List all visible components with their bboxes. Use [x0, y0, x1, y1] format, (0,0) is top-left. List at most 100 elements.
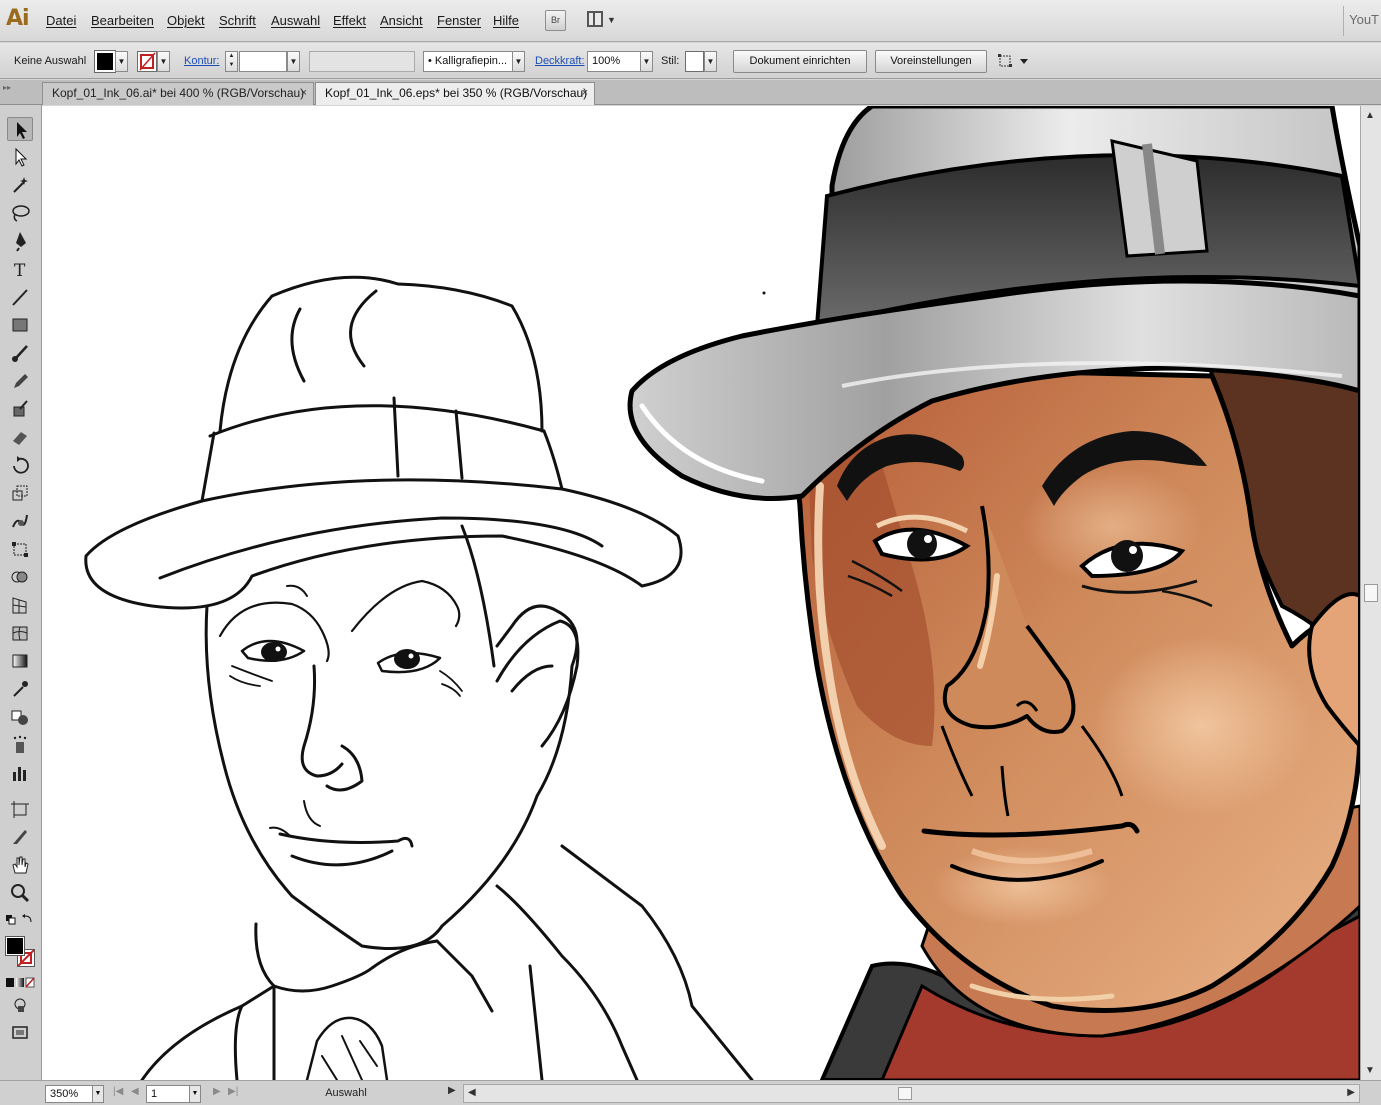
line-tool[interactable]	[7, 285, 33, 309]
slice-tool[interactable]	[7, 825, 33, 849]
close-icon[interactable]: ×	[582, 83, 588, 104]
menu-fenster[interactable]: Fenster	[437, 13, 481, 28]
menu-datei[interactable]: Datei	[46, 13, 76, 28]
illustrator-window: Ai Datei Bearbeiten Objekt Schrift Auswa…	[0, 0, 1381, 1105]
direct-selection-tool[interactable]	[7, 145, 33, 169]
scale-tool[interactable]	[7, 481, 33, 505]
eraser-tool[interactable]	[7, 425, 33, 449]
menu-ansicht[interactable]: Ansicht	[380, 13, 423, 28]
rectangle-tool[interactable]	[7, 313, 33, 337]
perspective-grid-icon	[12, 597, 27, 614]
pen-tool[interactable]	[7, 229, 33, 253]
fill-indicator[interactable]	[5, 936, 25, 956]
rotate-tool[interactable]	[7, 453, 33, 477]
variable-width-profile-dropdown[interactable]	[309, 51, 415, 72]
menu-bearbeiten[interactable]: Bearbeiten	[91, 13, 154, 28]
fill-color-swatch[interactable]	[94, 50, 116, 73]
vertical-scroll-thumb[interactable]	[1364, 584, 1378, 602]
bridge-button[interactable]: Br	[545, 10, 566, 31]
column-graph-tool[interactable]	[7, 761, 33, 785]
menu-schrift[interactable]: Schrift	[219, 13, 256, 28]
mesh-tool[interactable]	[7, 621, 33, 645]
next-artboard-icon[interactable]: ▶	[213, 1086, 221, 1097]
vertical-scrollbar[interactable]: ▲ ▼	[1360, 106, 1381, 1080]
menu-objekt[interactable]: Objekt	[167, 13, 205, 28]
zoom-dropdown-arrow[interactable]: ▼	[92, 1085, 104, 1103]
perspective-grid-tool[interactable]	[7, 593, 33, 617]
preferences-button[interactable]: Voreinstellungen	[875, 50, 987, 73]
close-icon[interactable]: ×	[301, 83, 307, 104]
magic-wand-icon	[13, 177, 28, 193]
panel-grip-icon[interactable]: ▸▸	[3, 83, 11, 92]
last-artboard-icon[interactable]: ▶|	[228, 1086, 238, 1097]
zoom-level-field[interactable]: 350%	[45, 1085, 93, 1103]
lasso-tool[interactable]	[7, 201, 33, 225]
hand-tool[interactable]	[7, 853, 33, 877]
artboard-tool[interactable]	[7, 797, 33, 821]
tab-label: Kopf_01_Ink_06.ai* bei 400 % (RGB/Vorsch…	[52, 86, 305, 100]
blend-tool[interactable]	[7, 705, 33, 729]
shape-builder-tool[interactable]	[7, 565, 33, 589]
stroke-weight-field[interactable]	[239, 51, 287, 72]
shape-builder-icon	[11, 571, 28, 583]
document-setup-button[interactable]: Dokument einrichten	[733, 50, 867, 73]
blob-brush-tool[interactable]	[7, 397, 33, 421]
scroll-left-icon[interactable]: ◀	[468, 1087, 476, 1098]
stroke-color-swatch[interactable]	[137, 51, 157, 72]
magic-wand-tool[interactable]	[7, 173, 33, 197]
zoom-tool[interactable]	[7, 881, 33, 905]
eyedropper-tool[interactable]	[7, 677, 33, 701]
artboard-number-field[interactable]: 1	[146, 1085, 190, 1103]
status-menu-arrow[interactable]: ▶	[448, 1085, 456, 1096]
fill-dropdown-arrow[interactable]: ▼	[115, 51, 128, 72]
chevron-down-icon: ▼	[607, 15, 616, 25]
menu-effekt[interactable]: Effekt	[333, 13, 366, 28]
style-dropdown-arrow[interactable]: ▼	[704, 51, 717, 72]
menu-hilfe[interactable]: Hilfe	[493, 13, 519, 28]
default-colors-controls[interactable]	[5, 913, 37, 927]
graphic-style-swatch[interactable]	[685, 51, 704, 72]
color-mode-buttons[interactable]	[5, 977, 37, 989]
scroll-right-icon[interactable]: ▶	[1347, 1087, 1355, 1098]
brush-dropdown-arrow[interactable]: ▼	[512, 51, 525, 72]
opacity-label-link[interactable]: Deckkraft:	[535, 55, 585, 67]
selection-tool[interactable]	[7, 117, 33, 141]
stroke-weight-stepper[interactable]: ▲ ▼	[225, 51, 238, 72]
stroke-label-link[interactable]: Kontur:	[184, 55, 219, 67]
horizontal-scroll-thumb[interactable]	[898, 1087, 912, 1100]
arrange-documents-button[interactable]: ▼	[585, 9, 617, 31]
previous-artboard-icon[interactable]: ◀	[131, 1086, 139, 1097]
brush-definition-field[interactable]: • Kalligrafiepin...	[423, 51, 513, 72]
opacity-dropdown-arrow[interactable]: ▼	[640, 51, 653, 72]
status-text[interactable]: Auswahl	[246, 1085, 446, 1103]
tab-label: Kopf_01_Ink_06.eps* bei 350 % (RGB/Vorsc…	[325, 86, 588, 100]
opacity-field[interactable]: 100%	[587, 51, 641, 72]
drawing-mode-tool[interactable]	[7, 995, 33, 1015]
horizontal-scrollbar[interactable]: ◀ ▶	[463, 1084, 1360, 1103]
stroke-weight-dropdown[interactable]: ▼	[287, 51, 300, 72]
gradient-tool[interactable]	[7, 649, 33, 673]
column-graph-icon	[13, 767, 26, 781]
first-artboard-icon[interactable]: |◀	[113, 1086, 123, 1097]
pencil-tool[interactable]	[7, 369, 33, 393]
warp-tool[interactable]	[7, 509, 33, 533]
eyedropper-icon	[13, 681, 28, 697]
fill-stroke-indicator[interactable]	[5, 935, 37, 969]
line-art-left-pupil	[261, 642, 287, 662]
scroll-down-icon[interactable]: ▼	[1365, 1065, 1375, 1076]
symbol-sprayer-tool[interactable]	[7, 733, 33, 757]
control-bar: Keine Auswahl ▼ ▼ Kontur: ▲ ▼ ▼ • Kalligr…	[0, 43, 1381, 79]
free-transform-tool[interactable]	[7, 537, 33, 561]
scroll-up-icon[interactable]: ▲	[1365, 110, 1375, 121]
screen-mode-tool[interactable]	[7, 1023, 33, 1043]
tab-kopf-ai[interactable]: Kopf_01_Ink_06.ai* bei 400 % (RGB/Vorsch…	[42, 82, 314, 105]
artboard-canvas[interactable]	[42, 106, 1360, 1080]
transform-icon	[998, 54, 1028, 67]
stroke-dropdown-arrow[interactable]: ▼	[157, 51, 170, 72]
tab-kopf-eps[interactable]: Kopf_01_Ink_06.eps* bei 350 % (RGB/Vorsc…	[315, 82, 595, 105]
paintbrush-tool[interactable]	[7, 341, 33, 365]
type-tool[interactable]: T	[7, 257, 33, 281]
artboard-dropdown-arrow[interactable]: ▼	[189, 1085, 201, 1103]
transform-options-button[interactable]	[996, 51, 1030, 72]
menu-auswahl[interactable]: Auswahl	[271, 13, 320, 28]
